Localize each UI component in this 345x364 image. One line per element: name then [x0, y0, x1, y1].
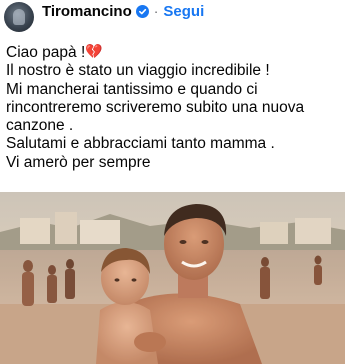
follow-button[interactable]: Segui	[163, 3, 204, 20]
post-text: Ciao papà !💔 Il nostro è stato un viaggi…	[6, 42, 342, 172]
name-row: Tiromancino · Segui	[42, 1, 204, 21]
post-photo[interactable]	[0, 192, 345, 364]
vintage-beach-photo	[0, 192, 345, 364]
broken-heart-icon: 💔	[85, 43, 103, 59]
post-line: canzone .	[6, 117, 74, 135]
page-name[interactable]: Tiromancino	[42, 3, 132, 20]
post-line: Ciao papà !💔	[6, 42, 342, 62]
post-line: rincontreremo scriveremo subito una nuov…	[6, 98, 305, 116]
post-line: Salutami e abbracciami tanto mamma .	[6, 135, 275, 153]
post-header: Tiromancino · Segui	[0, 0, 345, 34]
verified-badge-icon	[135, 4, 149, 18]
avatar[interactable]	[4, 2, 34, 32]
separator-dot: ·	[153, 3, 159, 19]
post-line: Mi mancherai tantissimo e quando ci	[6, 80, 258, 98]
post-line-text: Ciao papà !	[6, 44, 86, 61]
post-line: Il nostro è stato un viaggio incredibile…	[6, 62, 270, 80]
post-line: Vi amerò per sempre	[6, 153, 151, 171]
